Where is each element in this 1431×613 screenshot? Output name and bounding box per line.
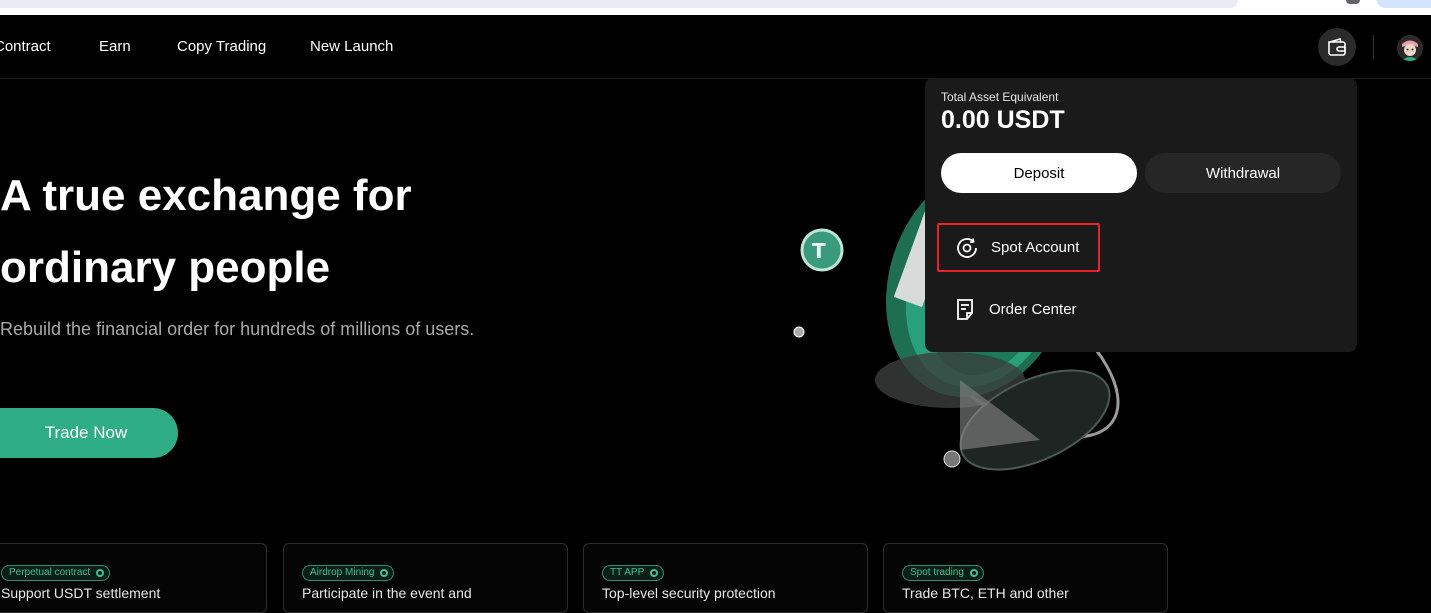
card-badge-label: Airdrop Mining [310, 567, 375, 578]
card-text: Top-level security protection [602, 584, 776, 601]
nav-item-contract[interactable]: Contract [0, 38, 51, 55]
wallet-button[interactable] [1318, 28, 1356, 66]
avatar[interactable] [1397, 35, 1423, 61]
spot-account-label: Spot Account [991, 239, 1080, 256]
browser-chrome-strip [0, 0, 1431, 15]
deposit-button[interactable]: Deposit [941, 153, 1137, 193]
spot-account-item[interactable]: Spot Account [937, 223, 1100, 272]
nav-item-earn[interactable]: Earn [99, 38, 131, 55]
avatar-icon [1397, 35, 1423, 61]
browser-control[interactable] [1346, 0, 1360, 4]
hero-title-line-2: ordinary people [0, 243, 331, 292]
card-badge: Perpetual contract [1, 564, 111, 581]
spot-account-icon [957, 237, 977, 258]
wallet-dropdown: Total Asset Equivalent 0.00 USDT Deposit… [925, 78, 1357, 352]
profile-pill[interactable] [1376, 0, 1431, 8]
badge-dot-icon [380, 568, 389, 577]
total-asset-label: Total Asset Equivalent [941, 90, 1059, 104]
card-text: Participate in the event and [302, 584, 472, 601]
badge-dot-icon [650, 568, 659, 577]
hero-title-line-1: A true exchange for [0, 171, 412, 220]
trade-now-button[interactable]: Trade Now [0, 408, 178, 458]
badge-dot-icon [969, 568, 978, 577]
hero-title: A true exchange for ordinary people [0, 160, 520, 304]
order-center-item[interactable]: Order Center [937, 285, 1077, 334]
badge-dot-icon [96, 568, 105, 577]
card-badge: Spot trading [902, 564, 984, 581]
card-badge-label: Perpetual contract [9, 567, 91, 578]
total-asset-amount: 0.00 USDT [941, 106, 1065, 134]
withdrawal-button[interactable]: Withdrawal [1145, 153, 1341, 193]
svg-text:T: T [812, 239, 826, 263]
address-bar[interactable] [0, 0, 1238, 8]
card-badge-label: TT APP [610, 567, 645, 578]
nav-divider [1373, 35, 1374, 59]
top-nav: Contract Earn Copy Trading New Launch [0, 15, 1431, 79]
card-badge: TT APP [602, 564, 665, 581]
feature-card-airdrop[interactable]: Airdrop Mining Participate in the event … [283, 543, 568, 613]
order-center-icon [957, 298, 973, 320]
card-badge: Airdrop Mining [302, 564, 395, 581]
feature-card-spot[interactable]: Spot trading Trade BTC, ETH and other [883, 543, 1168, 613]
card-text: Trade BTC, ETH and other [902, 584, 1069, 601]
feature-card-perpetual[interactable]: Perpetual contract Support USDT settleme… [0, 543, 267, 613]
order-center-label: Order Center [989, 301, 1077, 318]
card-badge-label: Spot trading [910, 567, 964, 578]
hero-subtitle: Rebuild the financial order for hundreds… [0, 319, 475, 339]
wallet-icon [1328, 38, 1346, 56]
nav-item-new-launch[interactable]: New Launch [310, 38, 393, 55]
nav-item-copy-trading[interactable]: Copy Trading [177, 38, 266, 55]
card-text: Support USDT settlement [1, 584, 161, 601]
feature-card-tt-app[interactable]: TT APP Top-level security protection [583, 543, 868, 613]
